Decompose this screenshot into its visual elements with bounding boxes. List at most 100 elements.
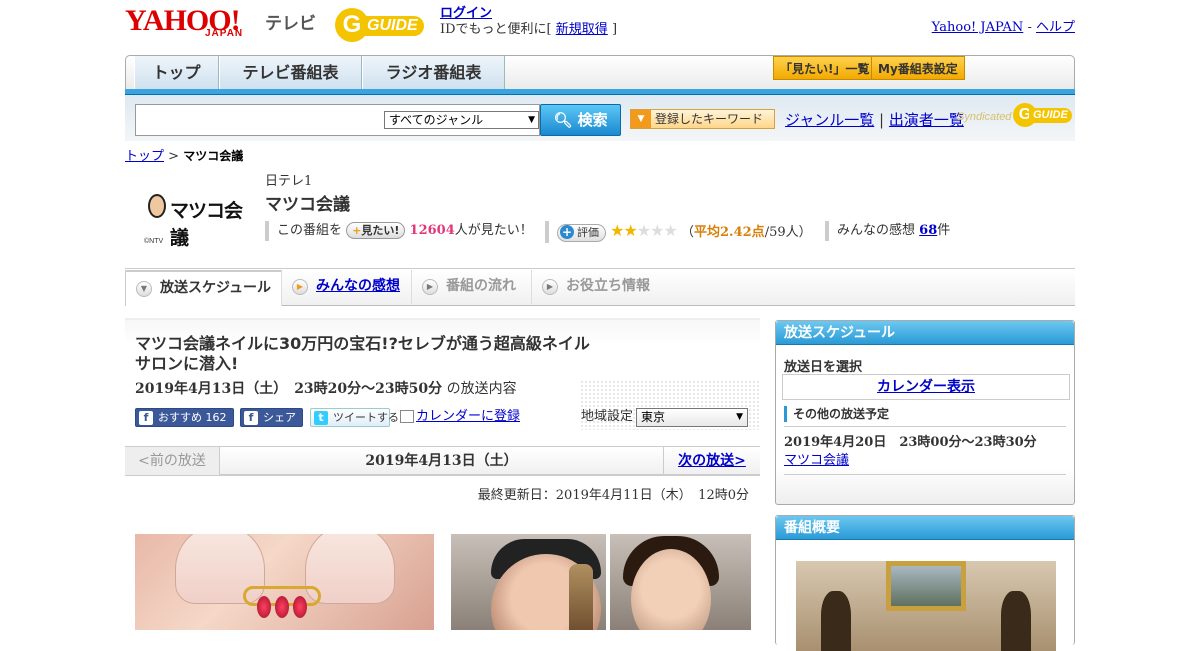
mitai-prefix: この番組を (277, 223, 343, 238)
syndicated-label: Syndicated (957, 111, 1012, 123)
statue-decoration (569, 564, 593, 630)
help-link[interactable]: ヘルプ (1036, 20, 1075, 35)
tv-service-label[interactable]: テレビ (265, 9, 316, 34)
comments-count-link[interactable]: 68 (919, 223, 937, 238)
play-circle-icon: ▶ (542, 279, 558, 295)
other-broadcast-link[interactable]: マツコ会議 (784, 449, 849, 468)
breadcrumb-current: マツコ会議 (183, 149, 244, 163)
painting-frame (886, 561, 966, 611)
episode-air-time: 2019年4月13日（土） 23時20分～23時50分 の放送内容 (135, 378, 517, 398)
chevron-down-icon: ▼ (736, 412, 743, 422)
login-area: ログイン IDでもっと便利に[ 新規取得 ] (440, 6, 617, 38)
broadcast-pager: <前の放送 2019年4月13日（土） 次の放送> (125, 446, 760, 476)
facebook-recommend-button[interactable]: f おすすめ 162 (135, 408, 234, 427)
main-nav: トップ テレビ番組表 ラジオ番組表 「見たい!」一覧 My番組表設定 (125, 55, 1075, 93)
comments-stat: みんなの感想 68件 (825, 221, 950, 241)
registered-keyword-label: 登録したキーワード (655, 112, 764, 126)
rating-count: /59人） (764, 225, 812, 240)
registered-keyword-button[interactable]: ▼ 登録したキーワード (630, 109, 775, 129)
my-schedule-settings-button[interactable]: My番組表設定 (871, 56, 965, 80)
performer-list-link[interactable]: 出演者一覧 (889, 111, 964, 129)
search-links: ジャンル一覧 | 出演者一覧 (785, 109, 964, 130)
mitai-button-label: 見たい! (361, 224, 400, 237)
next-broadcast-link[interactable]: 次の放送> (678, 453, 746, 469)
tab-radio-schedule[interactable]: ラジオ番組表 (362, 56, 505, 90)
subtab-useful-info: ▶ お役立ち情報 (532, 270, 662, 304)
register-link[interactable]: 新規取得 (556, 22, 608, 37)
stars-filled: ★★ (610, 221, 638, 240)
yahoo-japan-logo-text: JAPAN (205, 28, 244, 39)
plus-circle-icon: + (560, 224, 574, 239)
plus-icon: + (352, 224, 362, 237)
tweet-button[interactable]: t ツイートする (310, 408, 399, 427)
divider (784, 474, 1066, 475)
breadcrumb: トップ > マツコ会議 (125, 145, 243, 164)
schedule-sidebox: 放送スケジュール 放送日を選択 カレンダー表示 その他の放送予定 2019年4月… (775, 320, 1075, 505)
genre-list-link[interactable]: ジャンル一覧 (785, 111, 874, 129)
rate-button[interactable]: + 評価 (557, 223, 606, 242)
previous-broadcast: <前の放送 (125, 447, 220, 475)
calendar-display-link[interactable]: カレンダー表示 (877, 379, 975, 395)
calendar-icon (400, 410, 414, 423)
dropdown-triangle-icon: ▼ (631, 110, 651, 128)
mitai-button[interactable]: +見たい! (346, 222, 406, 239)
eagle-statue-right (1001, 591, 1031, 651)
search-button[interactable]: 🔍︎ 検索 (540, 104, 621, 136)
region-select[interactable]: 東京 ▼ (636, 408, 748, 427)
calendar-register: カレンダーに登録 (400, 408, 520, 426)
overview-photo (796, 561, 1056, 651)
calendar-display-box: カレンダー表示 (782, 374, 1070, 400)
gguide-logo-text: GUIDE (361, 16, 424, 36)
episode-air-time-value: 2019年4月13日（土） 23時20分～23時50分 (135, 381, 443, 397)
subtab-comments[interactable]: ▶ みんなの感想 (282, 270, 412, 304)
subtab-info-label: お役立ち情報 (566, 278, 650, 294)
search-button-label: 検索 (577, 111, 608, 129)
site-header: YAHOO! JAPAN テレビ G GUIDE ログイン IDでもっと便利に[… (125, 6, 1075, 50)
facebook-share-button[interactable]: f シェア (240, 408, 303, 427)
mitai-suffix: 人が見たい！ (454, 223, 533, 238)
calendar-register-link[interactable]: カレンダーに登録 (416, 409, 520, 424)
rate-button-label: 評価 (577, 225, 599, 239)
chevron-down-icon: ▼ (528, 115, 535, 125)
episode-title: マツコ会議ネイルに30万円の宝石!?セレブが通う超高級ネイルサロンに潜入! (135, 334, 590, 373)
mitai-list-button[interactable]: 「見たい!」一覧 (773, 56, 877, 80)
program-logo-text: マツコ会議 (170, 200, 243, 249)
divider (125, 268, 1075, 269)
overview-sidebox-title: 番組概要 (776, 516, 1074, 540)
chevron-down-circle-icon: ▼ (136, 281, 152, 297)
program-title: マツコ会議 (265, 195, 350, 215)
yahoo-japan-link[interactable]: Yahoo! JAPAN (932, 20, 1024, 35)
facebook-recommend-label: おすすめ (158, 411, 202, 424)
program-logo-copyright: ©NTV (144, 238, 164, 245)
tab-tv-schedule[interactable]: テレビ番組表 (219, 56, 362, 90)
episode-air-suffix: の放送内容 (446, 381, 517, 397)
matsuko-face-icon (148, 194, 166, 218)
ruby-jewel-decoration (243, 586, 321, 626)
facebook-recommend-count: 162 (205, 411, 227, 424)
gguide-logo: G GUIDE (335, 8, 431, 42)
search-bar: すべてのジャンル ▼ 🔍︎ 検索 ▼ 登録したキーワード ジャンル一覧 | 出演… (125, 95, 1075, 141)
facebook-icon: f (244, 411, 258, 425)
genre-select[interactable]: すべてのジャンル ▼ (384, 111, 539, 129)
mitai-stat: この番組を +見たい! 12604人が見たい！ (265, 221, 533, 241)
play-circle-icon: ▶ (422, 279, 438, 295)
comments-suffix: 件 (937, 223, 951, 238)
subtab-program-flow: ▶ 番組の流れ (412, 270, 532, 304)
login-link[interactable]: ログイン (440, 6, 492, 21)
tab-top[interactable]: トップ (134, 56, 219, 90)
select-date-label: 放送日を選択 (784, 360, 863, 375)
star-rating-icon: ★★★★★ (610, 221, 678, 240)
breadcrumb-top-link[interactable]: トップ (125, 149, 164, 164)
other-broadcasts-heading: その他の放送予定 (784, 406, 889, 422)
overview-sidebox: 番組概要 (775, 515, 1075, 651)
region-select-value: 東京 (641, 410, 666, 424)
ruby-stone (293, 596, 307, 618)
facebook-icon: f (139, 411, 153, 425)
schedule-sidebox-title: 放送スケジュール (776, 321, 1074, 345)
episode-photo-nail (135, 534, 434, 630)
share-row: f おすすめ 162 f シェア t ツイートする カレンダーに登録 地域設定 … (135, 408, 755, 428)
episode-photo-guests (451, 534, 751, 630)
syndicated-gguide-logo: Syndicated G GUIDE (957, 103, 1075, 131)
region-label: 地域設定 (581, 409, 634, 424)
subtab-schedule[interactable]: ▼ 放送スケジュール (125, 270, 282, 306)
